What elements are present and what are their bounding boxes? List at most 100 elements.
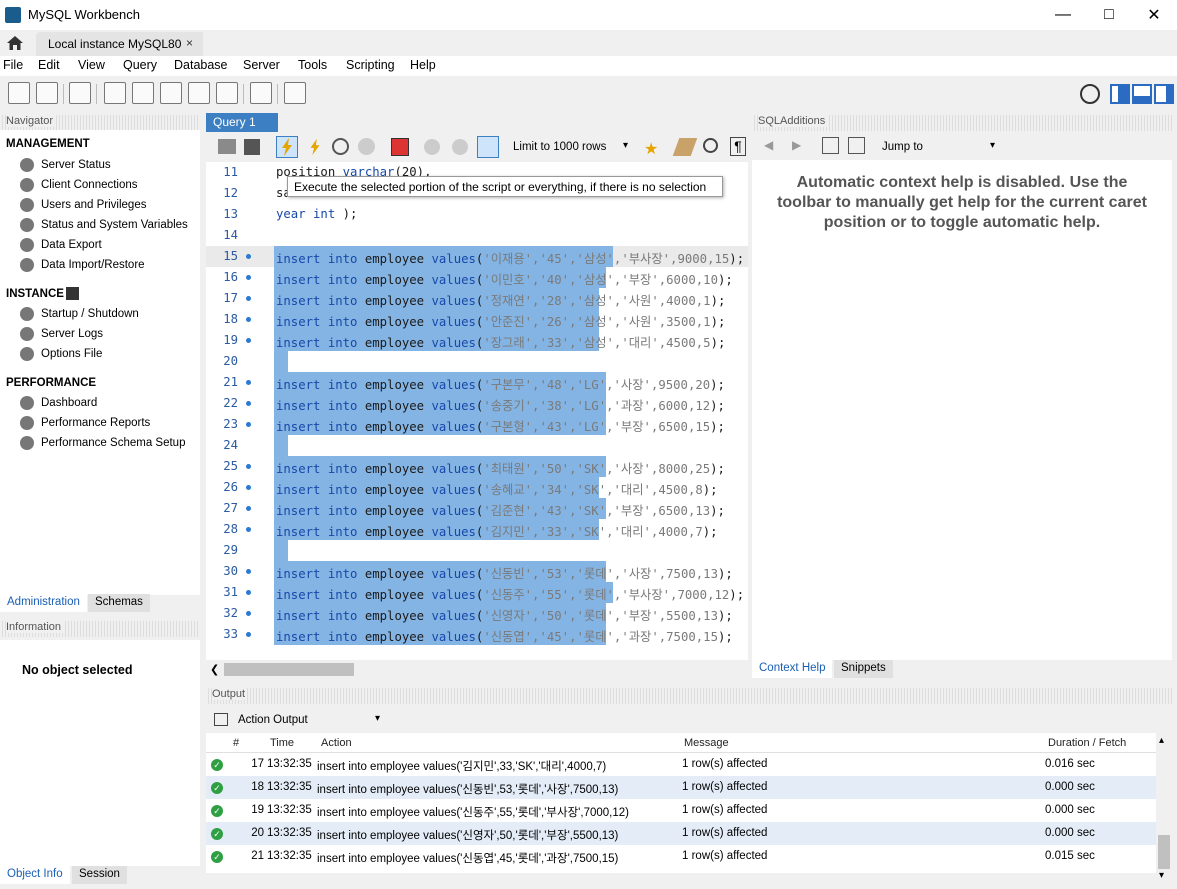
nav-options-file[interactable]: Options File — [41, 348, 102, 360]
execute-current-statement-icon[interactable] — [306, 137, 324, 157]
editor-line[interactable]: 18 insert into employee values('안준진','26'… — [206, 309, 748, 330]
minimize-button[interactable]: — — [1040, 0, 1086, 30]
commit-icon[interactable] — [424, 139, 440, 155]
scroll-left-icon[interactable]: ❮ — [210, 663, 219, 676]
menu-edit[interactable]: Edit — [38, 58, 60, 72]
scrollbar-thumb[interactable] — [224, 663, 354, 676]
menu-scripting[interactable]: Scripting — [346, 58, 395, 72]
tab-snippets[interactable]: Snippets — [834, 660, 893, 678]
nav-data-import[interactable]: Data Import/Restore — [41, 259, 145, 271]
auto-help-icon[interactable] — [848, 137, 865, 154]
menu-view[interactable]: View — [78, 58, 105, 72]
add-snippet-star-icon[interactable]: ★ — [644, 139, 662, 158]
back-arrow-icon[interactable]: ◀ — [764, 138, 773, 152]
toggle-secondary-sidebar-icon[interactable] — [1154, 84, 1174, 104]
manual-help-icon[interactable] — [822, 137, 839, 154]
editor-line[interactable]: 26 insert into employee values('송혜교','34'… — [206, 477, 748, 498]
editor-line[interactable]: 20 — [206, 351, 748, 372]
create-procedure-icon[interactable] — [188, 82, 210, 104]
editor-line[interactable]: 32 insert into employee values('신영자','50'… — [206, 603, 748, 624]
stop-icon[interactable] — [358, 138, 375, 155]
create-table-icon[interactable] — [132, 82, 154, 104]
execute-lightning-icon[interactable] — [276, 136, 298, 158]
menu-file[interactable]: File — [3, 58, 23, 72]
output-row[interactable]: ✓ 19 13:32:35 insert into employee values('… — [206, 799, 1156, 822]
search-table-data-icon[interactable] — [250, 82, 272, 104]
new-sql-tab-icon[interactable] — [8, 82, 30, 104]
nav-server-status[interactable]: Server Status — [41, 159, 111, 171]
find-icon[interactable] — [703, 138, 718, 153]
editor-line[interactable]: 14 — [206, 225, 748, 246]
nav-status-variables[interactable]: Status and System Variables — [41, 219, 188, 231]
settings-gear-icon[interactable] — [1080, 84, 1100, 104]
editor-line[interactable]: 15 insert into employee values('이재용','45'… — [206, 246, 748, 267]
editor-line[interactable]: 13 year int ); — [206, 204, 748, 225]
nav-users-privileges[interactable]: Users and Privileges — [41, 199, 146, 211]
maximize-button[interactable]: □ — [1086, 0, 1132, 30]
editor-line[interactable]: 27 insert into employee values('김준현','43'… — [206, 498, 748, 519]
query-tab[interactable]: Query 1 × — [206, 113, 278, 143]
col-number[interactable]: # — [233, 737, 239, 749]
reconnect-icon[interactable] — [284, 82, 306, 104]
menu-database[interactable]: Database — [174, 58, 228, 72]
rollback-icon[interactable] — [452, 139, 468, 155]
editor-line[interactable]: 17 insert into employee values('정재연','28'… — [206, 288, 748, 309]
tab-administration[interactable]: Administration — [0, 594, 87, 612]
output-scrollbar-thumb[interactable] — [1158, 835, 1170, 869]
tab-session[interactable]: Session — [72, 866, 127, 884]
output-row[interactable]: ✓ 21 13:32:35 insert into employee values('… — [206, 845, 1156, 868]
editor-line[interactable]: 28 insert into employee values('김지민','33'… — [206, 519, 748, 540]
connection-tab[interactable]: Local instance MySQL80 × — [36, 32, 203, 56]
instance-info-icon[interactable] — [66, 287, 79, 300]
close-window-button[interactable]: ✕ — [1131, 0, 1177, 30]
menu-server[interactable]: Server — [243, 58, 280, 72]
editor-line[interactable]: 25 insert into employee values('최태원','50'… — [206, 456, 748, 477]
create-view-icon[interactable] — [160, 82, 182, 104]
copy-output-icon[interactable] — [214, 713, 228, 726]
save-icon[interactable] — [244, 139, 260, 155]
create-function-icon[interactable] — [216, 82, 238, 104]
editor-line[interactable]: 21 insert into employee values('구본무','48'… — [206, 372, 748, 393]
editor-line[interactable]: 33 insert into employee values('신동엽','45'… — [206, 624, 748, 645]
editor-line[interactable]: 30 insert into employee values('신동빈','53'… — [206, 561, 748, 582]
nav-data-export[interactable]: Data Export — [41, 239, 102, 251]
editor-line[interactable]: 31 insert into employee values('신동주','55'… — [206, 582, 748, 603]
output-type-select[interactable]: Action Output ▾ — [234, 711, 384, 729]
toggle-sidebar-icon[interactable] — [1110, 84, 1130, 104]
forward-arrow-icon[interactable]: ▶ — [792, 138, 801, 152]
sql-editor[interactable]: 11 position varchar(20), 12 sa 13 year int );… — [206, 162, 748, 660]
menu-tools[interactable]: Tools — [298, 58, 327, 72]
output-vertical-scrollbar[interactable]: ▴ ▾ — [1156, 733, 1172, 883]
autocommit-toggle-icon[interactable] — [477, 136, 499, 158]
home-icon[interactable] — [6, 34, 24, 52]
toggle-output-icon[interactable] — [1132, 84, 1152, 104]
editor-line[interactable]: 16 insert into employee values('이민호','40'… — [206, 267, 748, 288]
col-time[interactable]: Time — [270, 737, 294, 749]
output-row[interactable]: ✓ 18 13:32:35 insert into employee values('… — [206, 776, 1156, 799]
editor-line[interactable]: 29 — [206, 540, 748, 561]
scroll-up-icon[interactable]: ▴ — [1159, 735, 1164, 746]
invisible-chars-icon[interactable]: ¶ — [730, 137, 746, 156]
output-row[interactable]: ✓ 20 13:32:35 insert into employee values('… — [206, 822, 1156, 845]
col-action[interactable]: Action — [321, 737, 352, 749]
editor-line[interactable]: 22 insert into employee values('송중기','38'… — [206, 393, 748, 414]
nav-performance-schema-setup[interactable]: Performance Schema Setup — [41, 437, 185, 449]
editor-line[interactable]: 24 — [206, 435, 748, 456]
tab-object-info[interactable]: Object Info — [0, 866, 70, 884]
nav-startup-shutdown[interactable]: Startup / Shutdown — [41, 308, 139, 320]
editor-line[interactable]: 19 insert into employee values('장그래','33'… — [206, 330, 748, 351]
nav-performance-reports[interactable]: Performance Reports — [41, 417, 150, 429]
create-schema-icon[interactable] — [104, 82, 126, 104]
tab-context-help[interactable]: Context Help — [752, 660, 833, 678]
limit-rows-select[interactable]: Limit to 1000 rows ▾ — [508, 137, 632, 157]
beautify-broom-icon[interactable] — [672, 138, 698, 156]
open-folder-icon[interactable] — [218, 139, 236, 154]
editor-line[interactable]: 23 insert into employee values('구본형','43'… — [206, 414, 748, 435]
nav-server-logs[interactable]: Server Logs — [41, 328, 103, 340]
toggle-stop-on-error-icon[interactable] — [391, 138, 409, 156]
tab-schemas[interactable]: Schemas — [88, 594, 150, 612]
scroll-down-icon[interactable]: ▾ — [1159, 870, 1164, 881]
explain-icon[interactable] — [332, 138, 349, 155]
editor-horizontal-scrollbar[interactable]: ❮ — [206, 660, 748, 679]
menu-help[interactable]: Help — [410, 58, 436, 72]
